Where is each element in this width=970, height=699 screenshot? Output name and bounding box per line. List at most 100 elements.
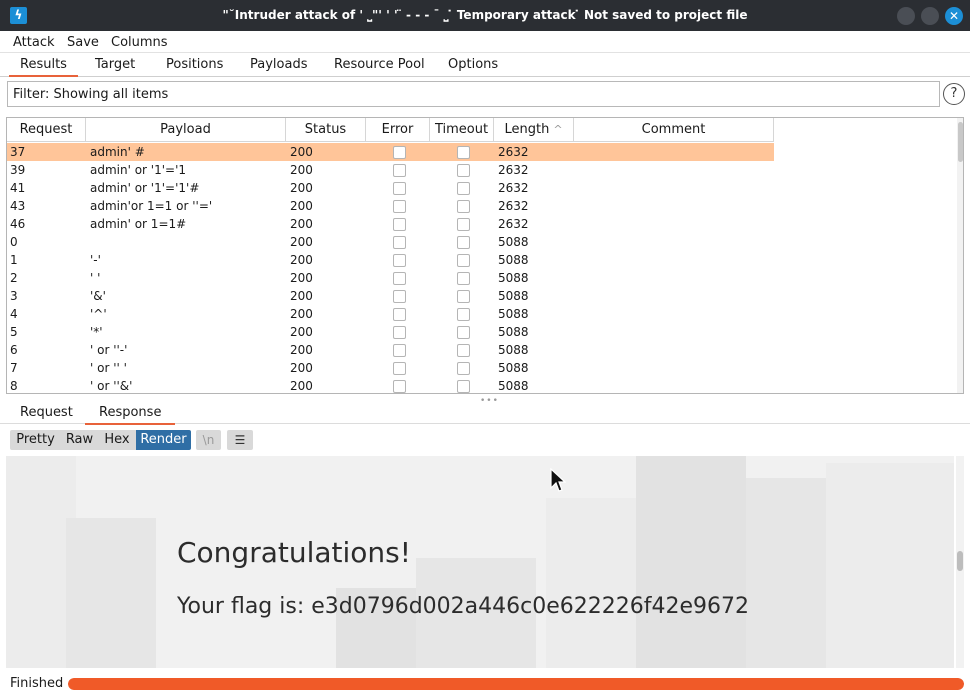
cell-payload: '-' bbox=[90, 253, 101, 267]
newline-toggle-button[interactable]: \n bbox=[196, 430, 221, 450]
cell-request: 2 bbox=[10, 271, 18, 285]
timeout-checkbox bbox=[457, 380, 470, 393]
cell-payload: '&' bbox=[90, 289, 106, 303]
table-header: Request Payload Status Error Timeout Len… bbox=[7, 118, 963, 142]
cell-request: 1 bbox=[10, 253, 18, 267]
cell-status: 200 bbox=[290, 181, 313, 195]
table-row[interactable]: 46 admin' or 1=1# 200 2632 bbox=[7, 215, 774, 233]
table-row[interactable]: 37 admin' # 200 2632 bbox=[7, 143, 774, 161]
error-checkbox bbox=[393, 272, 406, 285]
error-checkbox bbox=[393, 308, 406, 321]
cell-payload: admin' or '1'='1'# bbox=[90, 181, 200, 195]
render-scrollbar[interactable] bbox=[956, 456, 964, 668]
table-row[interactable]: 43 admin'or 1=1 or ''=' 200 2632 bbox=[7, 197, 774, 215]
render-pane: Congratulations! Your flag is: e3d0796d0… bbox=[6, 456, 954, 668]
cell-payload: ' or '' ' bbox=[90, 361, 127, 375]
table-row[interactable]: 8 ' or ''&' 200 5088 bbox=[7, 377, 774, 393]
filter-label: Filter: Showing all items bbox=[13, 87, 169, 102]
table-row[interactable]: 41 admin' or '1'='1'# 200 2632 bbox=[7, 179, 774, 197]
minimize-button[interactable] bbox=[897, 7, 915, 25]
menu-bar: Attack Save Columns bbox=[0, 31, 970, 53]
menu-save[interactable]: Save bbox=[67, 35, 99, 50]
close-button[interactable]: ✕ bbox=[945, 7, 963, 25]
cell-length: 5088 bbox=[498, 235, 529, 249]
tab-target[interactable]: Target bbox=[95, 57, 135, 72]
cell-length: 5088 bbox=[498, 361, 529, 375]
error-checkbox bbox=[393, 164, 406, 177]
cell-length: 5088 bbox=[498, 307, 529, 321]
menu-attack[interactable]: Attack bbox=[13, 35, 55, 50]
tab-results[interactable]: Results bbox=[9, 57, 78, 77]
table-row[interactable]: 4 '^' 200 5088 bbox=[7, 305, 774, 323]
column-header-request[interactable]: Request bbox=[7, 118, 86, 142]
timeout-checkbox bbox=[457, 362, 470, 375]
timeout-checkbox bbox=[457, 272, 470, 285]
cell-payload: ' ' bbox=[90, 271, 101, 285]
render-scrollbar-thumb[interactable] bbox=[957, 551, 963, 571]
cell-payload: admin' or 1=1# bbox=[90, 217, 187, 231]
column-header-length[interactable]: Length bbox=[494, 118, 574, 142]
table-scrollbar-thumb[interactable] bbox=[958, 122, 963, 162]
cell-request: 41 bbox=[10, 181, 26, 195]
cell-length: 2632 bbox=[498, 163, 529, 177]
progress-fill bbox=[68, 678, 964, 690]
table-row[interactable]: 2 ' ' 200 5088 bbox=[7, 269, 774, 287]
error-checkbox bbox=[393, 218, 406, 231]
error-checkbox bbox=[393, 146, 406, 159]
cell-request: 4 bbox=[10, 307, 18, 321]
timeout-checkbox bbox=[457, 236, 470, 249]
error-checkbox bbox=[393, 344, 406, 357]
table-scrollbar[interactable] bbox=[957, 118, 963, 393]
tab-request[interactable]: Request bbox=[20, 405, 73, 420]
cell-status: 200 bbox=[290, 343, 313, 357]
tab-resource-pool[interactable]: Resource Pool bbox=[334, 57, 425, 72]
view-pretty-button[interactable]: Pretty bbox=[10, 430, 61, 450]
cell-request: 39 bbox=[10, 163, 26, 177]
column-header-comment[interactable]: Comment bbox=[574, 118, 774, 142]
menu-columns[interactable]: Columns bbox=[111, 35, 168, 50]
cell-status: 200 bbox=[290, 145, 313, 159]
hamburger-menu-icon[interactable]: ☰ bbox=[227, 430, 253, 450]
cell-status: 200 bbox=[290, 217, 313, 231]
table-row[interactable]: 3 '&' 200 5088 bbox=[7, 287, 774, 305]
table-row[interactable]: 5 '*' 200 5088 bbox=[7, 323, 774, 341]
view-toolbar: Pretty Raw Hex Render \n ☰ bbox=[0, 425, 970, 455]
cell-status: 200 bbox=[290, 163, 313, 177]
column-header-payload[interactable]: Payload bbox=[86, 118, 286, 142]
table-row[interactable]: 6 ' or ''-' 200 5088 bbox=[7, 341, 774, 359]
timeout-checkbox bbox=[457, 290, 470, 303]
cell-request: 6 bbox=[10, 343, 18, 357]
error-checkbox bbox=[393, 380, 406, 393]
error-checkbox bbox=[393, 254, 406, 267]
cell-request: 37 bbox=[10, 145, 26, 159]
tab-options[interactable]: Options bbox=[448, 57, 498, 72]
column-header-status[interactable]: Status bbox=[286, 118, 366, 142]
tab-response[interactable]: Response bbox=[84, 405, 176, 425]
help-icon[interactable]: ? bbox=[943, 83, 965, 105]
filter-bar[interactable]: Filter: Showing all items bbox=[7, 81, 940, 107]
table-row[interactable]: 0 200 5088 bbox=[7, 233, 774, 251]
error-checkbox bbox=[393, 290, 406, 303]
error-checkbox bbox=[393, 362, 406, 375]
status-bar: Finished bbox=[0, 671, 970, 699]
cell-status: 200 bbox=[290, 253, 313, 267]
timeout-checkbox bbox=[457, 308, 470, 321]
detail-tabs: Request Response bbox=[0, 402, 970, 425]
error-checkbox bbox=[393, 236, 406, 249]
timeout-checkbox bbox=[457, 218, 470, 231]
cell-status: 200 bbox=[290, 235, 313, 249]
view-hex-button[interactable]: Hex bbox=[98, 430, 136, 450]
cell-request: 7 bbox=[10, 361, 18, 375]
maximize-button[interactable] bbox=[921, 7, 939, 25]
timeout-checkbox bbox=[457, 344, 470, 357]
tab-payloads[interactable]: Payloads bbox=[250, 57, 307, 72]
title-bar: ϟ "˘Intruder attack of ' ⎵"' ' ' ̈ - - -… bbox=[0, 0, 970, 31]
table-row[interactable]: 39 admin' or '1'='1 200 2632 bbox=[7, 161, 774, 179]
column-header-error[interactable]: Error bbox=[366, 118, 430, 142]
table-row[interactable]: 7 ' or '' ' 200 5088 bbox=[7, 359, 774, 377]
column-header-timeout[interactable]: Timeout bbox=[430, 118, 494, 142]
tab-positions[interactable]: Positions bbox=[166, 57, 223, 72]
view-raw-button[interactable]: Raw bbox=[61, 430, 98, 450]
view-render-button[interactable]: Render bbox=[136, 430, 191, 450]
table-row[interactable]: 1 '-' 200 5088 bbox=[7, 251, 774, 269]
